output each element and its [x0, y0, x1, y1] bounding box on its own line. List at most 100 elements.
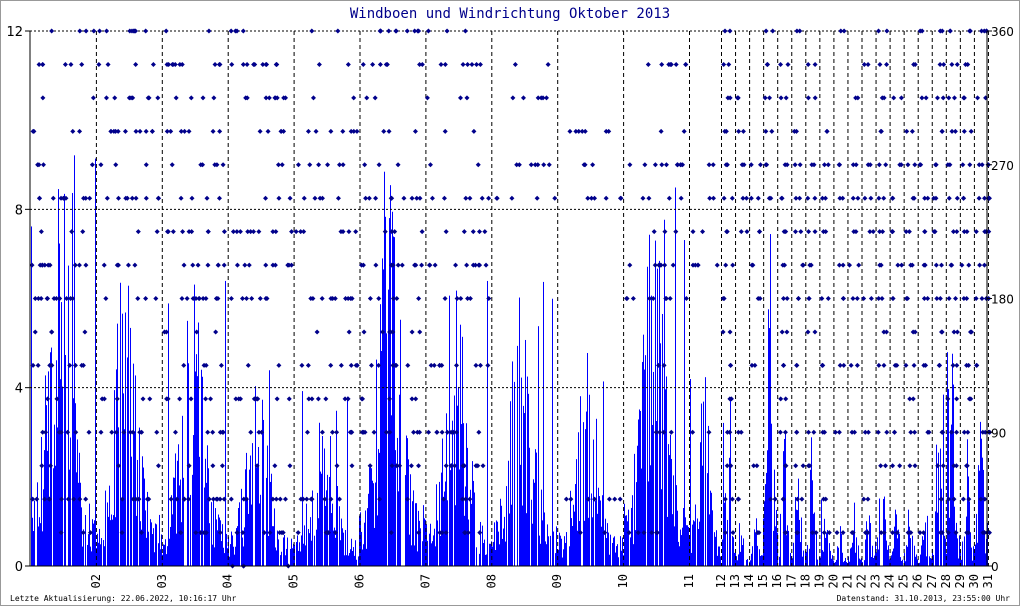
- gust-bar: [156, 524, 157, 566]
- gust-bar: [641, 468, 642, 566]
- direction-point: [824, 128, 830, 134]
- direction-point: [240, 28, 246, 34]
- direction-point: [221, 262, 227, 268]
- direction-point: [806, 429, 812, 435]
- direction-point: [678, 195, 684, 201]
- direction-point: [590, 162, 596, 168]
- x-tick-label: 29: [953, 574, 967, 588]
- gust-bar: [190, 494, 191, 566]
- direction-point: [797, 28, 803, 34]
- gust-bar: [127, 357, 128, 566]
- gust-bar: [167, 546, 168, 566]
- x-tick-label: 19: [812, 574, 826, 588]
- direction-point: [467, 496, 473, 502]
- gust-bar: [177, 460, 178, 566]
- gust-bar: [579, 521, 580, 566]
- gust-bar: [342, 528, 343, 566]
- direction-point: [940, 463, 946, 469]
- gust-bar: [528, 393, 529, 566]
- direction-point: [251, 229, 257, 235]
- gust-bar: [345, 530, 346, 566]
- direction-point: [309, 496, 315, 502]
- gust-bar: [297, 535, 298, 566]
- gust-bar: [844, 560, 845, 566]
- gust-bar: [364, 522, 365, 566]
- gust-bar: [117, 323, 118, 566]
- direction-point: [729, 195, 735, 201]
- direction-point: [313, 128, 319, 134]
- gust-bar: [270, 481, 271, 566]
- direction-point: [840, 296, 846, 301]
- direction-point: [170, 229, 176, 235]
- direction-point: [263, 195, 269, 201]
- gust-bar: [742, 545, 743, 566]
- direction-point: [767, 95, 773, 101]
- gust-bar: [163, 544, 164, 566]
- gust-bar: [926, 556, 927, 566]
- direction-point: [881, 195, 887, 201]
- gust-bar: [533, 479, 534, 566]
- direction-point: [812, 61, 818, 67]
- gust-bar: [72, 192, 73, 566]
- gust-bar: [312, 490, 313, 566]
- gust-bar: [316, 529, 317, 566]
- gust-bar: [620, 536, 621, 566]
- gust-bar: [310, 517, 311, 566]
- direction-point: [884, 61, 890, 67]
- direction-point: [904, 128, 910, 134]
- direction-point: [316, 61, 322, 67]
- gust-bar: [599, 496, 600, 566]
- gust-bar: [62, 386, 63, 566]
- gust-bar: [544, 512, 545, 566]
- direction-point: [624, 296, 630, 301]
- gust-bar: [354, 555, 355, 566]
- gust-bar: [614, 536, 615, 566]
- direction-point: [714, 262, 720, 268]
- gust-bar: [612, 542, 613, 566]
- gust-bar: [347, 396, 348, 566]
- gust-bar: [400, 319, 401, 566]
- direction-point: [668, 429, 674, 435]
- gust-bar: [109, 485, 110, 566]
- direction-point: [868, 195, 874, 201]
- direction-point: [464, 95, 470, 101]
- gust-bar: [514, 381, 515, 566]
- direction-point: [707, 195, 713, 201]
- x-tick-label: 12: [714, 574, 728, 588]
- gust-bar: [624, 503, 625, 566]
- gust-bar: [538, 326, 539, 566]
- direction-point: [954, 396, 960, 402]
- x-tick-label: 27: [925, 574, 939, 588]
- gust-bar: [723, 422, 724, 566]
- gust-bar: [187, 320, 188, 566]
- gust-bar: [860, 559, 861, 566]
- direction-point: [367, 296, 373, 301]
- gust-bar: [495, 549, 496, 566]
- gust-bar: [490, 543, 491, 566]
- gust-bar: [198, 322, 199, 566]
- gust-bar: [508, 460, 509, 566]
- gust-bar: [367, 508, 368, 566]
- gust-bar: [76, 472, 77, 566]
- direction-point: [220, 162, 226, 168]
- gust-bar: [817, 559, 818, 566]
- gust-bar: [373, 483, 374, 566]
- direction-point: [377, 61, 383, 67]
- gust-bar: [816, 532, 817, 566]
- gust-bar: [174, 477, 175, 566]
- direction-point: [666, 195, 672, 201]
- gust-bar: [716, 530, 717, 566]
- gust-bar: [33, 531, 34, 566]
- direction-point: [477, 362, 483, 368]
- direction-point: [72, 362, 78, 368]
- left-tick-label: 12: [6, 25, 23, 40]
- gust-bar: [445, 481, 446, 566]
- direction-point: [165, 229, 171, 235]
- direction-point: [443, 463, 449, 469]
- direction-point: [314, 329, 320, 335]
- direction-point: [882, 463, 888, 469]
- gust-bar: [417, 551, 418, 566]
- direction-point: [367, 463, 373, 469]
- gust-bar: [128, 285, 129, 566]
- gust-bar: [673, 475, 674, 566]
